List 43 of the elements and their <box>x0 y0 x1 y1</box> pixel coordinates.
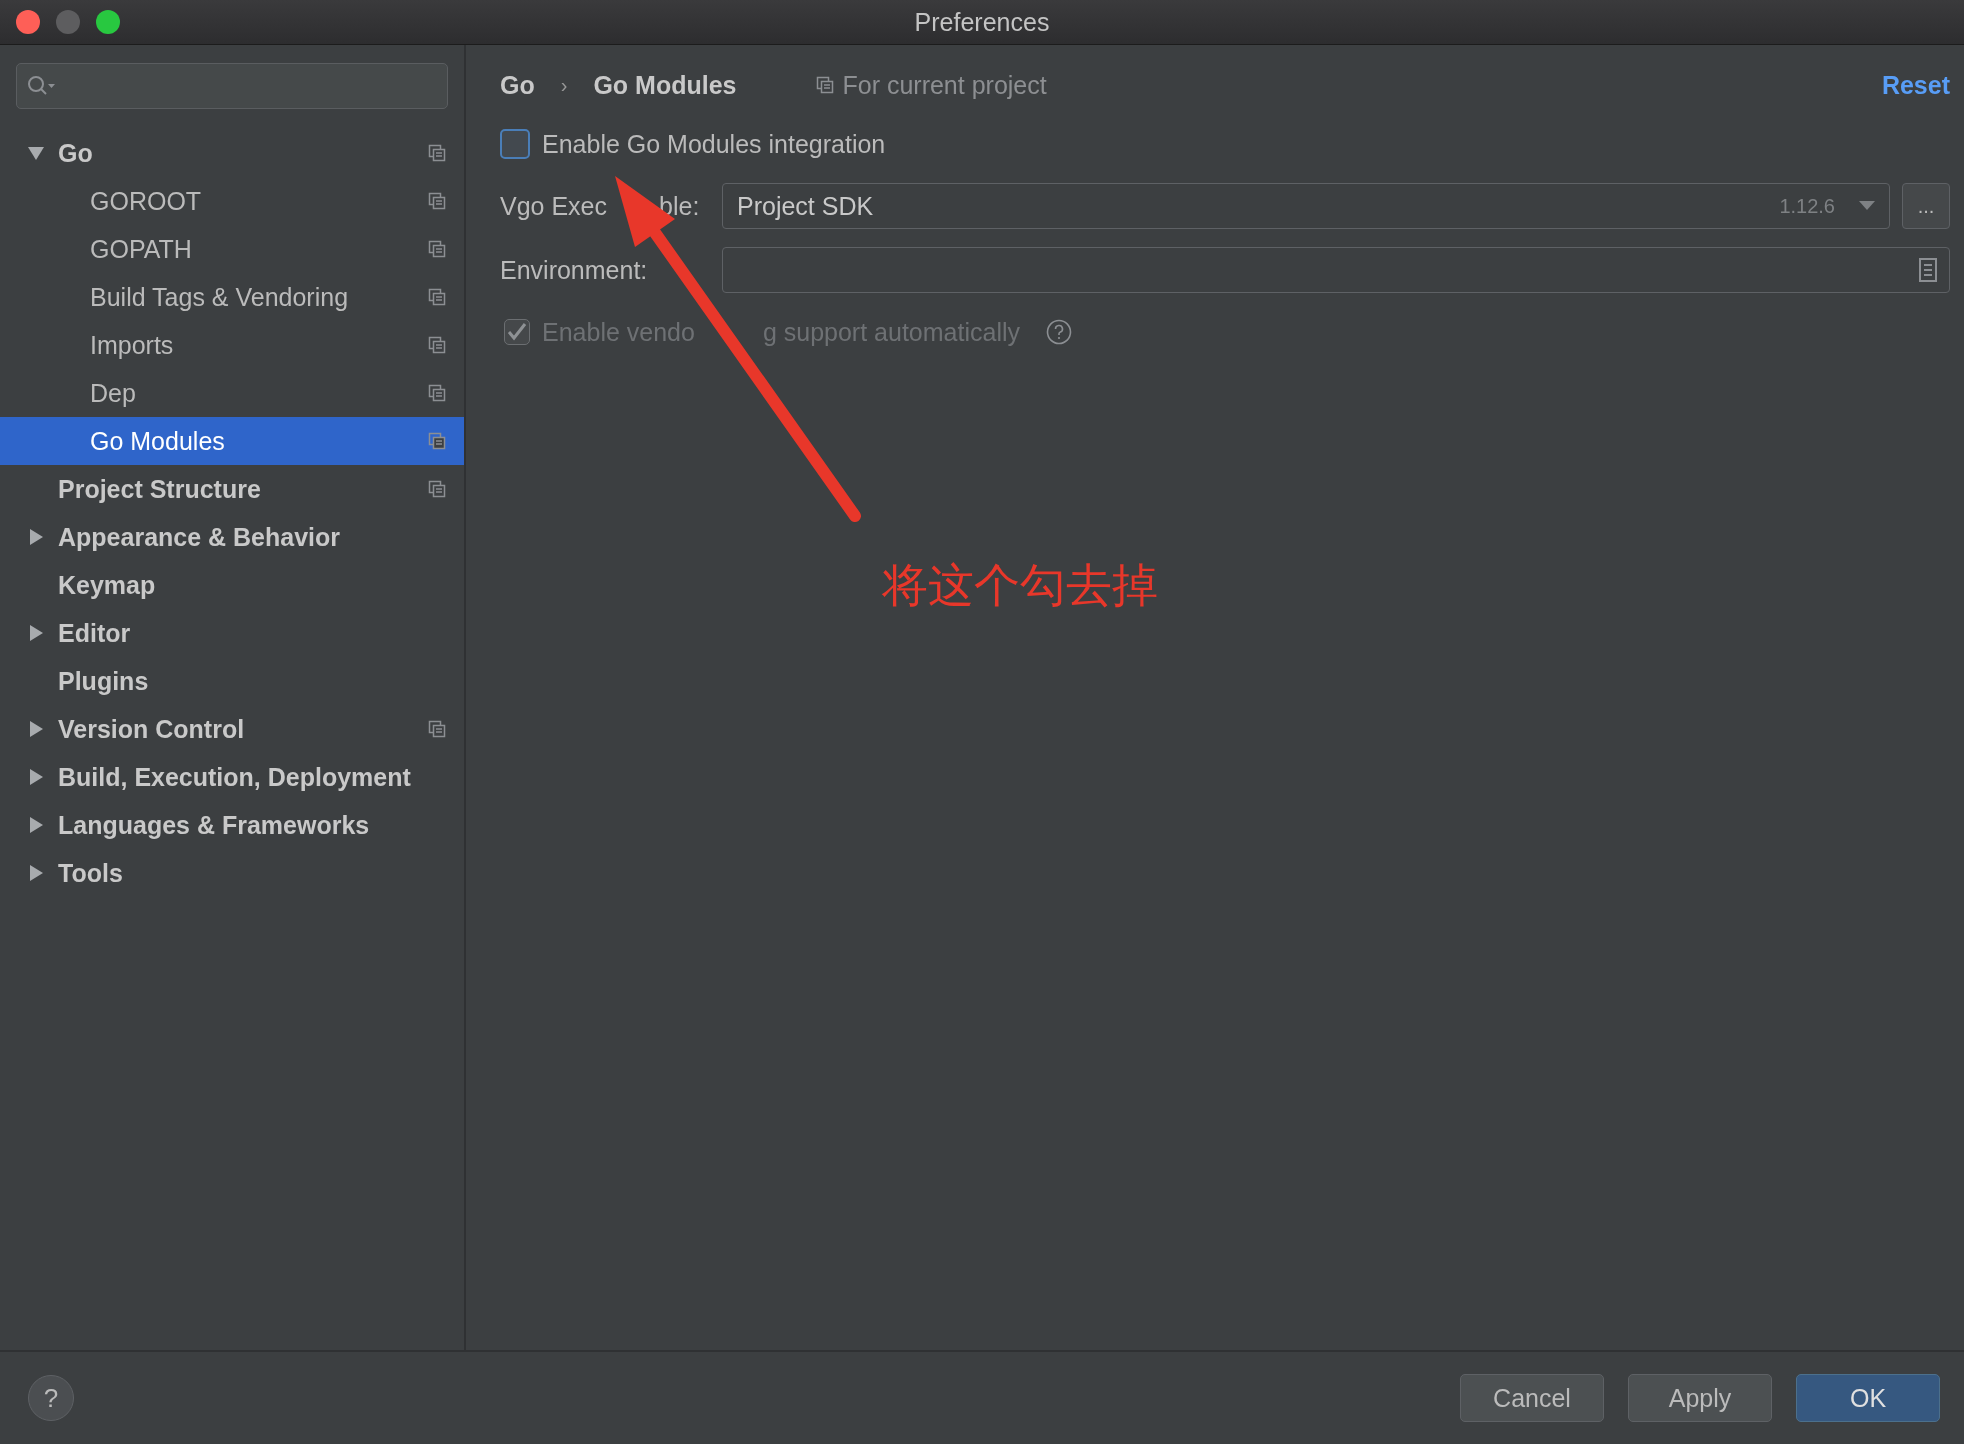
breadcrumb-separator: › <box>560 73 568 97</box>
sidebar-item[interactable]: Languages & Frameworks <box>0 801 464 849</box>
sidebar-item[interactable]: Go Modules <box>0 417 464 465</box>
search-icon <box>27 75 57 97</box>
sidebar-item[interactable]: Build, Execution, Deployment <box>0 753 464 801</box>
breadcrumb-item[interactable]: Go <box>500 70 535 100</box>
scope-label: For current project <box>842 70 1047 100</box>
window-control[interactable] <box>96 10 120 34</box>
checkbox-label: Enable Go Modules integration <box>542 129 886 159</box>
help-button[interactable]: ? <box>28 1375 74 1421</box>
sidebar-item[interactable]: Project Structure <box>0 465 464 513</box>
sidebar-item[interactable]: GOPATH <box>0 225 464 273</box>
help-icon[interactable] <box>1046 319 1072 345</box>
annotation-text: 将这个勾去掉 <box>882 557 1158 614</box>
checkbox[interactable] <box>500 129 530 159</box>
document-icon[interactable] <box>1919 258 1937 282</box>
sidebar-item[interactable]: Appearance & Behavior <box>0 513 464 561</box>
sidebar-item[interactable]: Editor <box>0 609 464 657</box>
dropdown-caret-icon <box>1859 201 1875 211</box>
sidebar-item[interactable]: Dep <box>0 369 464 417</box>
dialog-button[interactable]: Cancel <box>1460 1374 1604 1422</box>
field-label: Environment: <box>500 255 649 285</box>
window-title: Preferences <box>914 7 1050 36</box>
sidebar-item[interactable]: Keymap <box>0 561 464 609</box>
sidebar-item[interactable]: Tools <box>0 849 464 897</box>
sidebar-item[interactable]: Go <box>0 129 464 177</box>
search-field[interactable] <box>16 63 448 109</box>
dialog-button[interactable]: Apply <box>1628 1374 1772 1422</box>
browse-button[interactable]: ... <box>1902 183 1950 229</box>
sidebar-item[interactable]: GOROOT <box>0 177 464 225</box>
dialog-button[interactable]: OK <box>1796 1374 1940 1422</box>
sidebar-item[interactable]: Imports <box>0 321 464 369</box>
environment-field[interactable] <box>722 247 1950 293</box>
sidebar-item[interactable]: Build Tags & Vendoring <box>0 273 464 321</box>
checkmark-icon <box>507 322 527 342</box>
sidebar-item[interactable]: Plugins <box>0 657 464 705</box>
reset-link[interactable]: Reset <box>1881 70 1950 100</box>
copy-icon <box>816 76 835 94</box>
breadcrumb-item[interactable]: Go Modules <box>593 70 737 100</box>
window-control[interactable] <box>16 10 40 34</box>
sidebar-item[interactable]: Version Control <box>0 705 464 753</box>
field-label: Vgo Exec <box>500 191 607 221</box>
sdk-dropdown[interactable]: Project SDK 1.12.6 <box>722 183 1890 229</box>
